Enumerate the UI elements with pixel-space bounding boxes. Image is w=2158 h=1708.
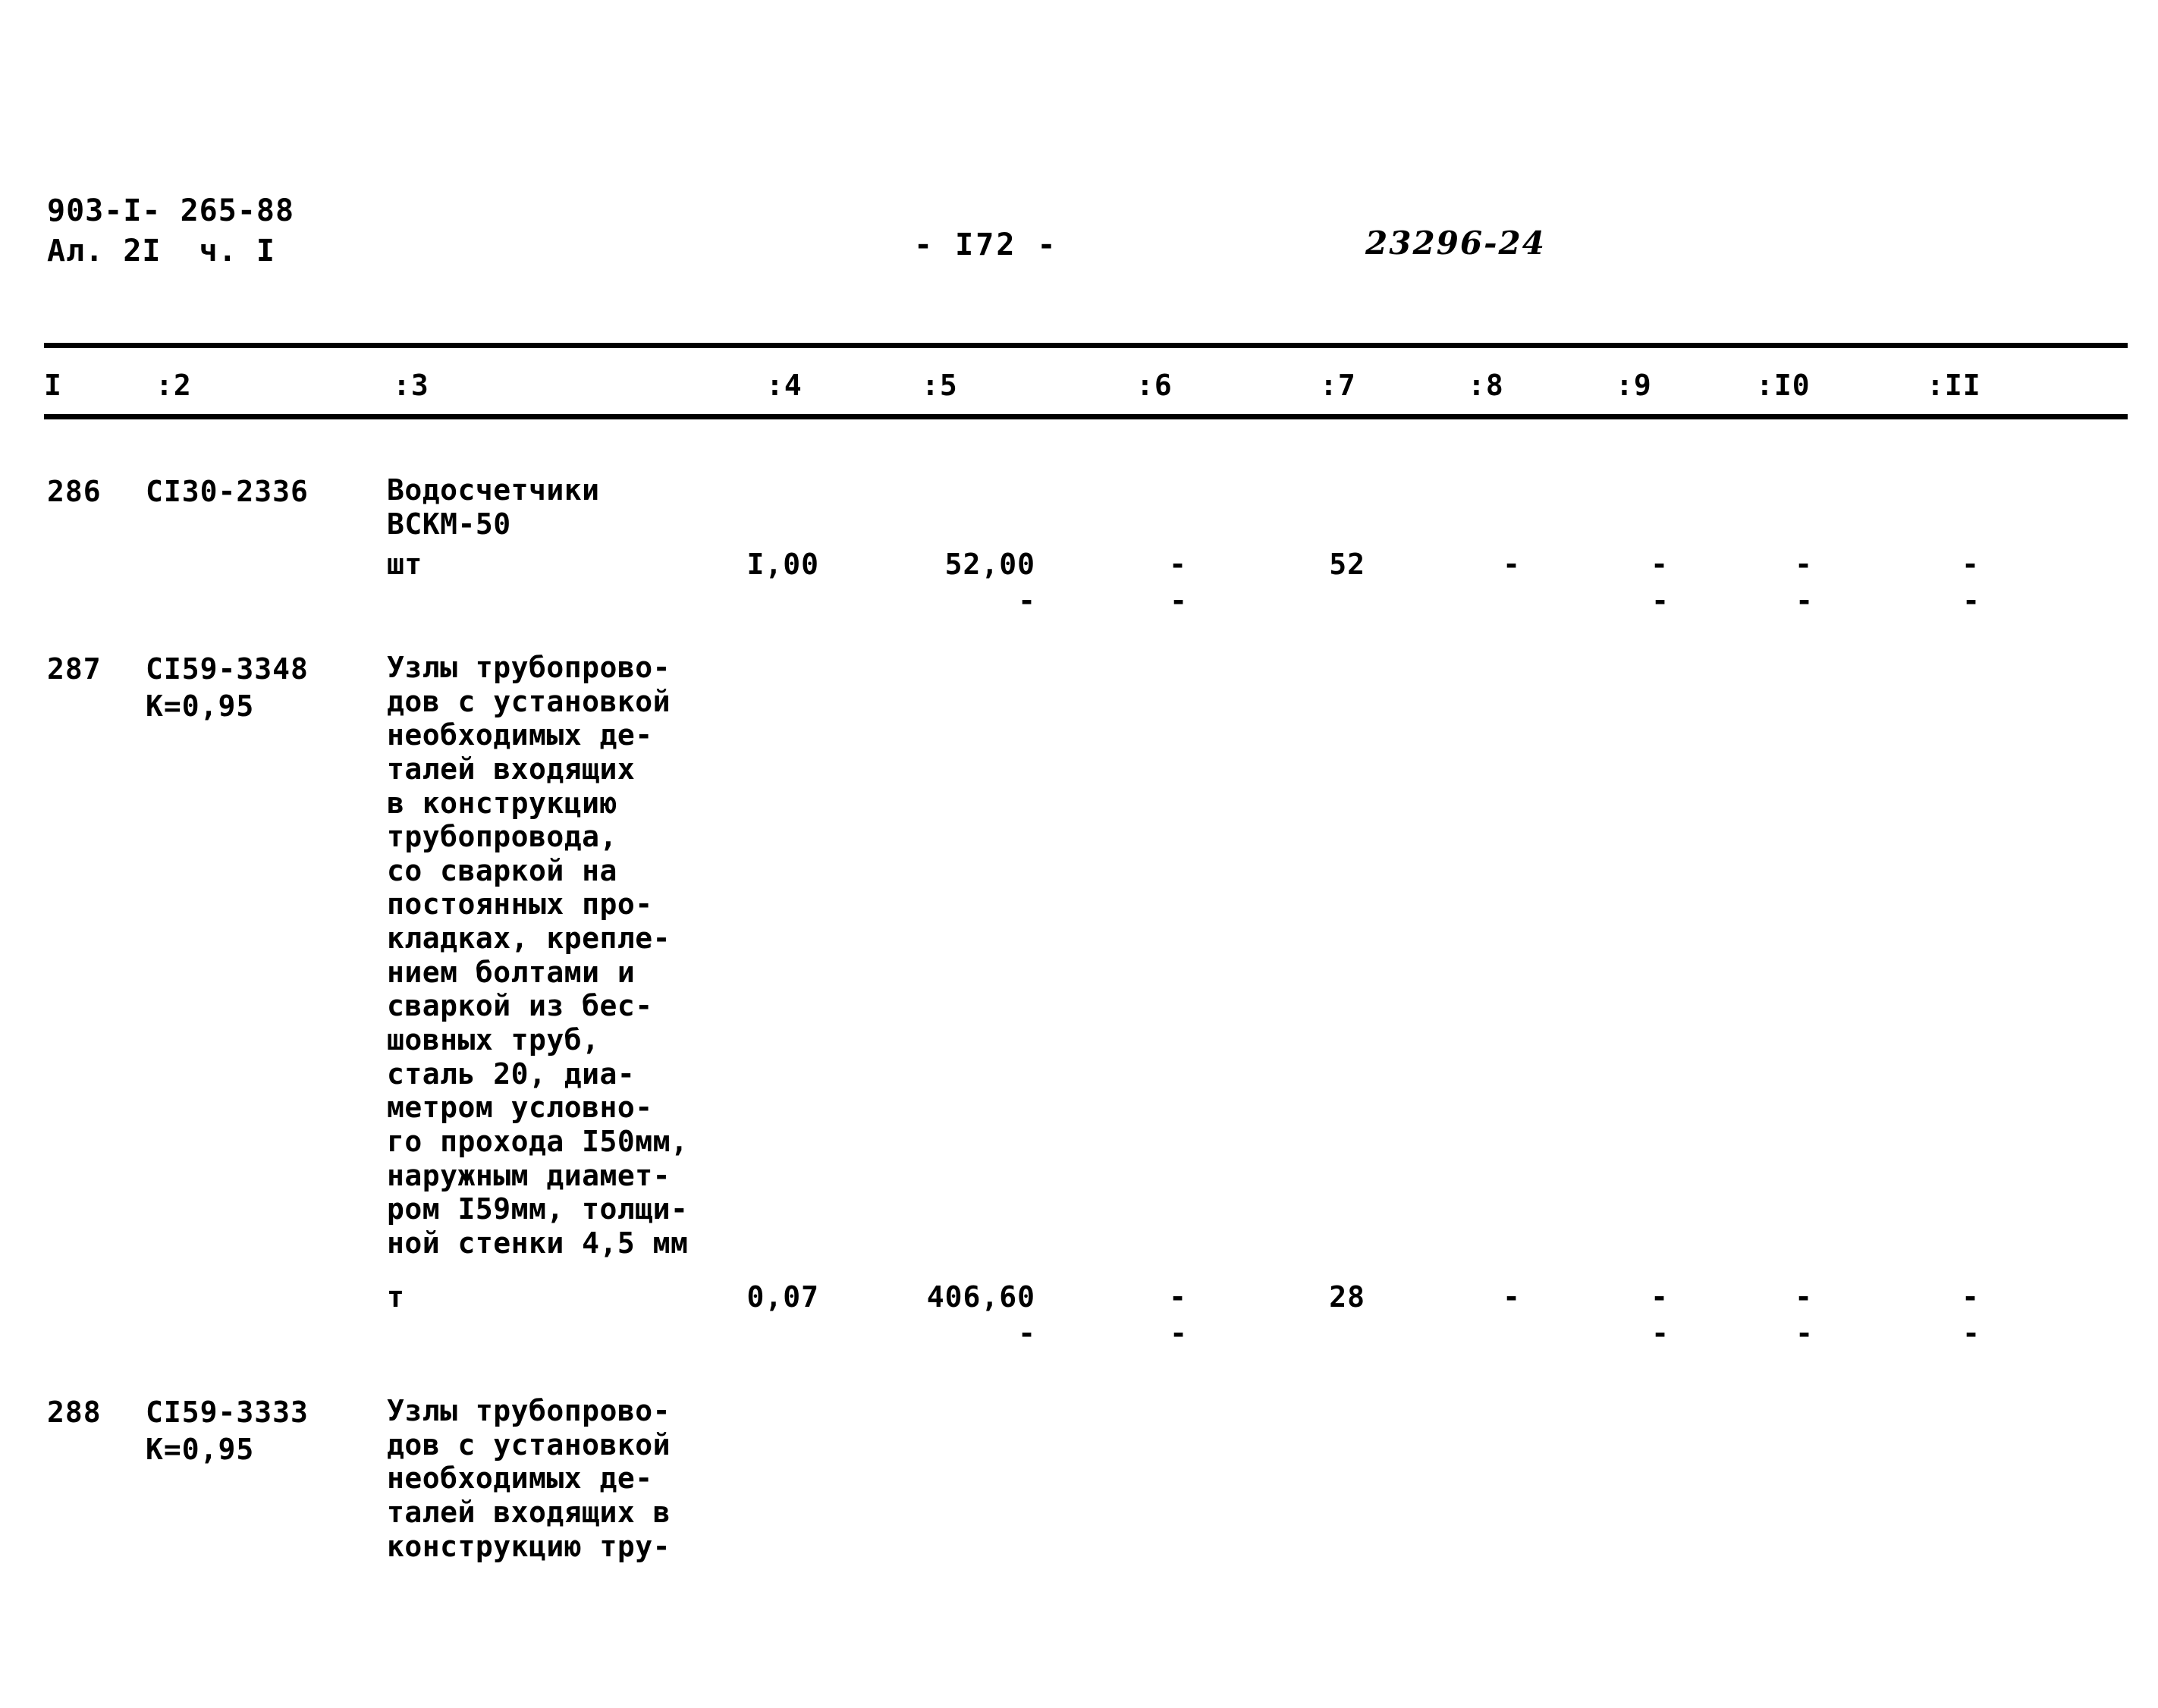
row-value-col5b: - (1018, 1317, 1035, 1350)
table-row: 286 (47, 475, 102, 508)
document-id-line-1: 903-I- 265-88 (47, 193, 295, 228)
row-value-col11: - (1962, 1280, 1980, 1314)
column-header-3: :3 (393, 369, 429, 402)
row-description-line: метром условно- (387, 1091, 653, 1125)
row-description-line: со сваркой на (387, 853, 617, 887)
row-value-col9: - (1651, 548, 1669, 581)
column-header-8: :8 (1468, 369, 1504, 402)
table-top-rule (44, 343, 2128, 348)
row-value-col10: - (1795, 548, 1813, 581)
row-unit: шт (387, 548, 422, 581)
row-value-col10: - (1795, 1280, 1813, 1314)
row-description: Узлы трубопрово- дов с установкой необхо… (387, 651, 688, 1261)
row-description-line: сталь 20, диа- (387, 1057, 636, 1091)
row-description: Водосчетчики ВСКМ-50 (387, 473, 600, 541)
table-row: 287 (47, 652, 102, 686)
row-description-line: дов с установкой (387, 1427, 671, 1462)
column-header-1: I (44, 369, 62, 402)
row-description-line: необходимых де- (387, 718, 653, 752)
row-description-line: талей входящих (387, 752, 636, 786)
document-id-line-2: Ал. 2I ч. I (47, 233, 275, 268)
document-identifier: 903-I- 265-88 Ал. 2I ч. I (47, 191, 294, 272)
column-header-5: :5 (922, 369, 958, 402)
row-description-line: Узлы трубопрово- (387, 1394, 671, 1427)
row-value-col8: - (1503, 1280, 1521, 1314)
row-description-line: го прохода I50мм, (387, 1124, 689, 1158)
row-description-line: дов с установкой (387, 684, 671, 718)
page-number: - I72 - (914, 228, 1058, 262)
row-value-col11b: - (1962, 584, 1980, 617)
row-description-line: конструкцию тру- (387, 1529, 671, 1563)
row-code: CI59-3348 К=0,95 (146, 651, 309, 726)
document-page: 903-I- 265-88 Ал. 2I ч. I - I72 - 23296-… (0, 0, 2158, 1708)
row-value-col10b: - (1795, 584, 1813, 617)
row-description-line: Узлы трубопрово- (387, 651, 671, 684)
row-description-line: трубопровода, (387, 820, 617, 854)
row-value-col5b: - (1018, 584, 1035, 617)
row-description-line: нием болтами и (387, 955, 636, 989)
row-description-line: шовных труб, (387, 1023, 600, 1057)
row-value-col5: 52,00 (944, 548, 1035, 581)
row-code: CI59-3333 К=0,95 (146, 1394, 309, 1469)
column-header-6: :6 (1136, 369, 1173, 402)
row-value-col10b: - (1795, 1317, 1813, 1350)
row-description-line: сваркой из бес- (387, 989, 653, 1023)
column-header-11: :II (1927, 369, 1981, 402)
table-row: 288 (47, 1396, 102, 1429)
table-header-rule (44, 414, 2128, 419)
column-header-9: :9 (1616, 369, 1652, 402)
row-value-col6b: - (1170, 584, 1187, 617)
row-value-col9b: - (1651, 584, 1669, 617)
row-value-col4: I,00 (746, 548, 819, 581)
column-header-4: :4 (766, 369, 803, 402)
row-value-col9: - (1651, 1280, 1669, 1314)
row-code-coefficient: К=0,95 (146, 1433, 255, 1467)
row-description-line: наружным диамет- (387, 1158, 671, 1192)
row-description-line: ВСКМ-50 (387, 507, 511, 541)
row-value-col11b: - (1962, 1317, 1980, 1350)
row-description-line: ной стенки 4,5 мм (387, 1226, 689, 1260)
row-code-coefficient: К=0,95 (146, 689, 255, 724)
row-value-col6: - (1169, 1280, 1187, 1314)
row-value-col11: - (1962, 548, 1980, 581)
column-header-10: :I0 (1756, 369, 1811, 402)
row-description-line: постоянных про- (387, 887, 653, 922)
column-header-2: :2 (155, 369, 192, 402)
row-unit: т (387, 1280, 405, 1314)
row-description-line: необходимых де- (387, 1462, 653, 1496)
row-description-line: кладках, крепле- (387, 922, 671, 956)
row-description-line: ром I59мм, толщи- (387, 1192, 689, 1226)
row-value-col5: 406,60 (926, 1280, 1035, 1314)
column-header-7: :7 (1320, 369, 1356, 402)
row-code: CI30-2336 (146, 473, 309, 510)
row-value-col7: 28 (1329, 1280, 1365, 1314)
row-description-line: в конструкцию (387, 786, 617, 820)
row-code-line: CI59-3333 (146, 1396, 309, 1429)
row-value-col8: - (1503, 548, 1521, 581)
row-description-line: талей входящих в (387, 1495, 671, 1529)
row-value-col6: - (1169, 548, 1187, 581)
row-value-col4: 0,07 (746, 1280, 819, 1314)
row-code-line: CI30-2336 (146, 475, 309, 508)
row-description-line: Водосчетчики (387, 473, 600, 507)
row-description: Узлы трубопрово- дов с установкой необхо… (387, 1394, 671, 1563)
document-code: 23296-24 (1365, 224, 1546, 262)
row-value-col7: 52 (1329, 548, 1365, 581)
row-value-col6b: - (1170, 1317, 1187, 1350)
row-value-col9b: - (1651, 1317, 1669, 1350)
row-code-line: CI59-3348 (146, 652, 309, 686)
